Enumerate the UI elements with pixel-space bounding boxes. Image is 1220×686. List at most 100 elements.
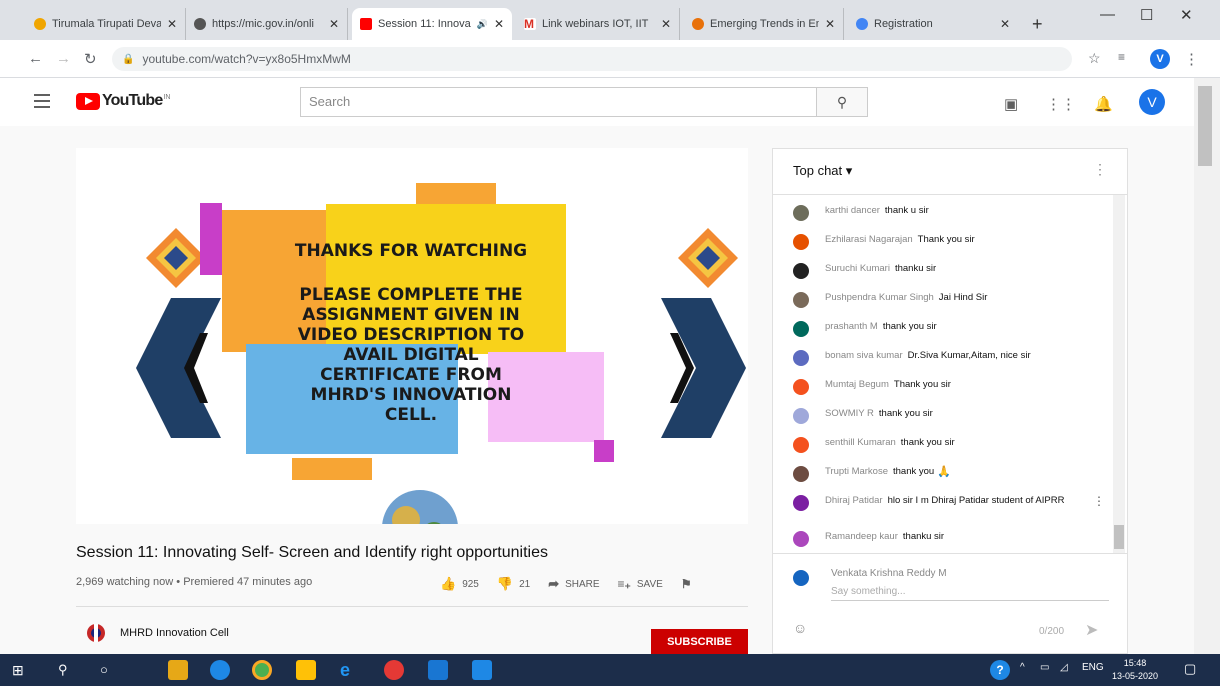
chat-author[interactable]: Ramandeep kaur (825, 531, 898, 543)
chat-avatar[interactable] (793, 379, 809, 395)
edge-icon[interactable] (210, 660, 230, 680)
tab-title: https://mic.gov.in/onli (212, 18, 314, 30)
youtube-logo[interactable]: YouTube IN (76, 92, 170, 110)
hamburger-menu-icon[interactable] (34, 94, 50, 108)
close-tab-icon[interactable]: ✕ (825, 17, 835, 31)
chat-author[interactable]: Ezhilarasi Nagarajan (825, 234, 913, 246)
save-button[interactable]: ≡₊ SAVE (618, 576, 663, 592)
send-icon[interactable]: ➤ (1085, 620, 1098, 640)
youtube-favicon-icon (360, 18, 372, 30)
tab-tirumala[interactable]: Tirumala Tirupati Deva ✕ (26, 8, 186, 40)
chat-scrollbar[interactable] (1113, 195, 1125, 553)
system-clock[interactable]: 15:48 13-05-2020 (1112, 657, 1158, 683)
chat-avatar[interactable] (793, 350, 809, 366)
globe-icon (194, 18, 206, 30)
chat-author[interactable]: senthill Kumaran (825, 437, 896, 449)
page-scroll-thumb[interactable] (1198, 86, 1212, 166)
chat-avatar[interactable] (793, 263, 809, 279)
chat-author[interactable]: Dhiraj Patidar (825, 495, 883, 506)
battery-icon[interactable]: ▭ (1040, 662, 1049, 673)
apps-grid-icon[interactable]: ⋮⋮ (1046, 95, 1076, 113)
chat-avatar[interactable] (793, 466, 809, 482)
close-window-icon[interactable]: ✕ (1180, 6, 1193, 24)
chat-more-icon[interactable]: ⋮ (1093, 161, 1107, 178)
message-menu-icon[interactable]: ⋮ (1093, 495, 1105, 507)
help-icon[interactable]: ? (990, 660, 1010, 680)
tab-mic[interactable]: https://mic.gov.in/onli ✕ (186, 8, 348, 40)
chat-avatar[interactable] (793, 437, 809, 453)
dislike-button[interactable]: 👎 21 (497, 576, 530, 592)
close-tab-icon[interactable]: ✕ (1000, 17, 1010, 31)
browser-profile-avatar[interactable]: V (1150, 49, 1170, 69)
tray-chevron-icon[interactable]: ^ (1020, 662, 1025, 673)
report-button[interactable]: ⚑ (681, 576, 692, 592)
file-explorer-icon[interactable] (296, 660, 316, 680)
chat-text: thank you sir (900, 437, 955, 448)
close-tab-icon[interactable]: ✕ (661, 17, 671, 31)
close-tab-icon[interactable]: ✕ (329, 17, 339, 31)
store-icon[interactable] (168, 660, 188, 680)
share-button[interactable]: ➦ SHARE (548, 576, 599, 592)
chat-author[interactable]: prashanth M (825, 321, 878, 333)
like-button[interactable]: 👍 925 (440, 576, 479, 592)
chat-avatar[interactable] (793, 321, 809, 337)
top-chat-dropdown[interactable]: Top chat ▾ (793, 163, 852, 178)
chat-scroll-thumb[interactable] (1114, 525, 1124, 549)
chat-author[interactable]: bonam siva kumar (825, 350, 903, 362)
chat-avatar[interactable] (793, 408, 809, 424)
tab-registration[interactable]: Registration ✕ (848, 8, 1018, 40)
chat-avatar[interactable] (793, 531, 809, 547)
tab-gmail[interactable]: M Link webinars IOT, IIT ✕ (516, 8, 680, 40)
search-icon[interactable]: ⚲ (58, 660, 78, 680)
tab-title: Tirumala Tirupati Deva (52, 18, 161, 30)
reload-icon[interactable]: ↻ (84, 50, 97, 68)
chat-input[interactable]: Say something... (831, 586, 1109, 601)
chat-avatar[interactable] (793, 205, 809, 221)
language-indicator[interactable]: ENG (1082, 662, 1104, 673)
minimize-icon[interactable]: — (1100, 6, 1115, 23)
windows-start-icon[interactable]: ⊞ (12, 660, 32, 680)
mail-icon[interactable] (428, 660, 448, 680)
tab-emerging[interactable]: Emerging Trends in En ✕ (684, 8, 844, 40)
chat-avatar[interactable] (793, 234, 809, 250)
audio-playing-icon[interactable]: 🔊 (477, 19, 488, 30)
chat-text: thanku sir (894, 263, 937, 274)
tab-session-active[interactable]: Session 11: Innova 🔊 ✕ (352, 8, 512, 40)
close-tab-icon[interactable]: ✕ (167, 17, 177, 31)
search-icon[interactable]: ⚲ (816, 87, 868, 117)
notifications-bell-icon[interactable]: 🔔 (1094, 95, 1113, 113)
bookmark-star-icon[interactable]: ☆ (1088, 50, 1101, 67)
back-icon[interactable]: ← (28, 50, 43, 67)
internet-explorer-icon[interactable]: e (340, 660, 360, 680)
close-tab-icon[interactable]: ✕ (494, 17, 504, 31)
opera-icon[interactable] (384, 660, 404, 680)
chat-author[interactable]: SOWMIY R (825, 408, 874, 420)
chat-author[interactable]: karthi dancer (825, 205, 880, 217)
cortana-icon[interactable]: ○ (100, 660, 120, 680)
chat-avatar[interactable] (793, 495, 809, 511)
network-icon[interactable]: ◿ (1060, 662, 1068, 673)
app-icon[interactable] (472, 660, 492, 680)
chat-author[interactable]: Mumtaj Begum (825, 379, 889, 391)
search-input[interactable]: Search (300, 87, 816, 117)
forward-icon[interactable]: → (56, 50, 71, 67)
emoji-picker-icon[interactable]: ☺ (793, 620, 807, 636)
create-video-icon[interactable]: ▣ (1004, 95, 1018, 113)
chat-author[interactable]: Trupti Markose (825, 466, 888, 478)
channel-name[interactable]: MHRD Innovation Cell (120, 627, 229, 639)
subscribe-button[interactable]: SUBSCRIBE (651, 629, 748, 655)
chat-text: thank u sir (884, 205, 929, 216)
channel-logo-icon[interactable] (84, 622, 108, 644)
chrome-icon[interactable] (252, 660, 272, 680)
user-avatar[interactable]: V (1139, 89, 1165, 115)
action-center-icon[interactable]: ▢ (1184, 661, 1196, 677)
chrome-menu-icon[interactable]: ⋮ (1184, 50, 1199, 68)
url-field[interactable]: 🔒 youtube.com/watch?v=yx8o5HmxMwM (112, 47, 1072, 71)
reading-list-icon[interactable]: ≡ (1118, 50, 1125, 64)
chat-author[interactable]: Pushpendra Kumar Singh (825, 292, 934, 304)
chat-avatar[interactable] (793, 292, 809, 308)
new-tab-icon[interactable]: + (1032, 14, 1043, 35)
chat-author[interactable]: Suruchi Kumari (825, 263, 890, 275)
maximize-icon[interactable]: ☐ (1140, 6, 1153, 24)
video-player[interactable]: THANKS FOR WATCHING PLEASE COMPLETE THE … (76, 148, 748, 524)
